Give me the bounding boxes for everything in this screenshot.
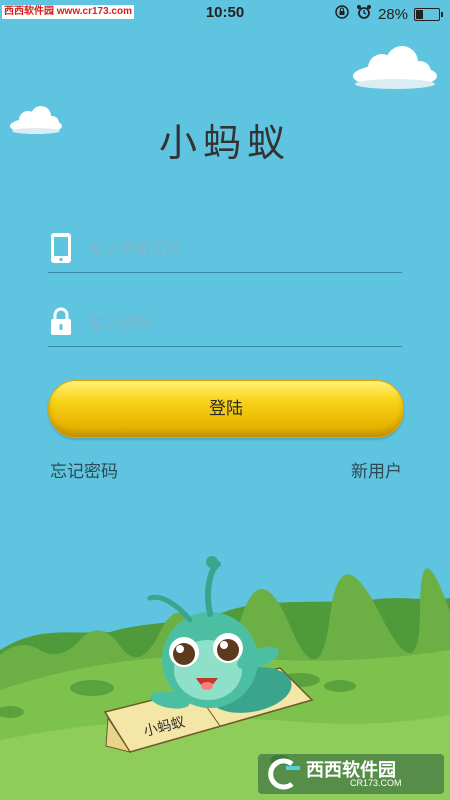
site-logo: 西西软件园 CR173.COM: [258, 754, 444, 794]
battery-fill: [416, 9, 423, 19]
logo-url-text: CR173.COM: [350, 778, 402, 788]
battery-percent: 28%: [377, 5, 408, 23]
new-user-link[interactable]: 新用户: [351, 457, 402, 482]
logo-mark-icon: [268, 758, 300, 790]
rotation-lock-icon: [334, 4, 350, 24]
battery-icon: [414, 7, 443, 21]
password-field[interactable]: [48, 302, 402, 347]
lock-icon: [50, 306, 72, 336]
phone-icon: [50, 232, 72, 263]
status-bar: 西西软件园 www.cr173.com 10:50 28%: [0, 0, 450, 26]
phone-input[interactable]: [88, 234, 392, 264]
forgot-password-link[interactable]: 忘记密码: [50, 457, 118, 482]
alarm-icon: [356, 4, 372, 24]
login-button[interactable]: 登陆: [48, 380, 404, 438]
password-input[interactable]: [88, 308, 392, 338]
app-title: 小蚂蚁: [158, 121, 291, 165]
status-indicators: 28%: [334, 4, 443, 24]
cloud-icon: [353, 46, 437, 89]
phone-field[interactable]: [48, 228, 402, 273]
